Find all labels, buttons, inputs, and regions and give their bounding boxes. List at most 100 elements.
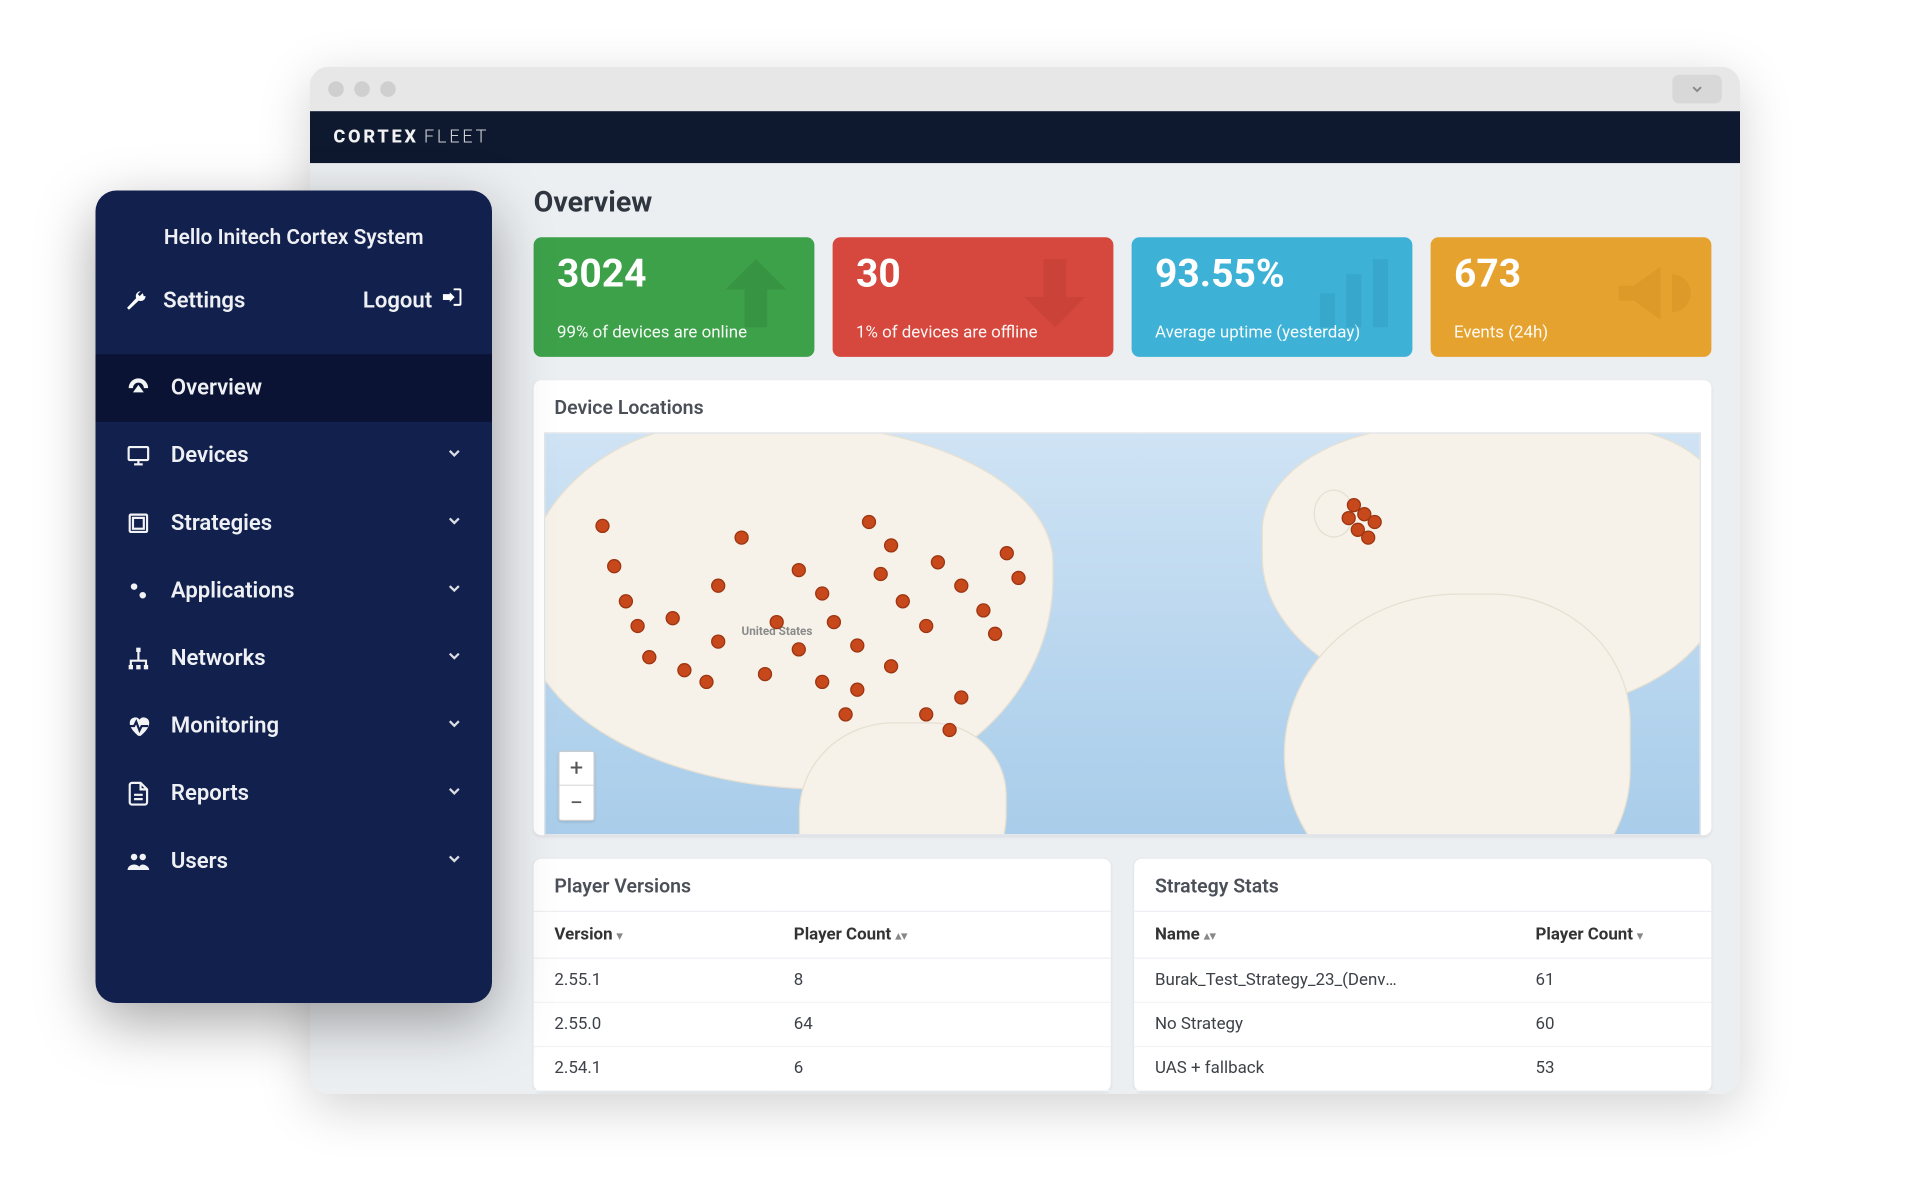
file-icon: [124, 781, 153, 807]
map-device-marker[interactable]: [757, 667, 771, 681]
map-device-marker[interactable]: [665, 611, 679, 625]
map-device-marker[interactable]: [954, 691, 968, 705]
map-device-marker[interactable]: [873, 567, 887, 581]
sort-both-icon: ▴▾: [1204, 930, 1216, 943]
map-device-marker[interactable]: [815, 587, 829, 601]
col-version[interactable]: Version ▾: [534, 911, 773, 958]
map-device-marker[interactable]: [942, 723, 956, 737]
cell-count: 53: [1515, 1047, 1712, 1091]
map-device-marker[interactable]: [954, 579, 968, 593]
map-device-marker[interactable]: [700, 675, 714, 689]
cell-version: 2.54.1: [534, 1047, 773, 1091]
map-device-marker[interactable]: [792, 563, 806, 577]
cell-name: Burak_Test_Strategy_23_(Denver_App_&_UAS: [1134, 958, 1515, 1002]
sidebar-item-users[interactable]: Users: [96, 828, 492, 896]
sidebar-item-label: Applications: [171, 578, 295, 604]
monitor-icon: [124, 443, 153, 469]
map-device-marker[interactable]: [1011, 571, 1025, 585]
map-device-marker[interactable]: [1342, 511, 1356, 525]
arrow-down-icon: [1009, 248, 1100, 344]
map-device-marker[interactable]: [850, 639, 864, 653]
table-row[interactable]: 2.55.18: [534, 958, 1111, 1002]
map-device-marker[interactable]: [931, 555, 945, 569]
map-device-marker[interactable]: [861, 515, 875, 529]
settings-label: Settings: [163, 287, 245, 313]
sidebar-item-label: Reports: [171, 781, 249, 807]
map-device-marker[interactable]: [815, 675, 829, 689]
cell-count: 61: [1515, 958, 1712, 1002]
col-player-count[interactable]: Player Count ▾: [1515, 911, 1712, 958]
panel-title: Device Locations: [534, 380, 1712, 432]
arrow-up-icon: [710, 248, 801, 344]
map-device-marker[interactable]: [630, 619, 644, 633]
map-device-marker[interactable]: [850, 683, 864, 697]
brand-light: FLEET: [424, 127, 489, 148]
minimize-window-icon[interactable]: [354, 81, 370, 97]
map-zoom-controls: + −: [558, 751, 594, 821]
map-device-marker[interactable]: [1361, 531, 1375, 545]
card-uptime[interactable]: 93.55% Average uptime (yesterday): [1132, 237, 1413, 357]
map-canvas[interactable]: United States + −: [544, 432, 1701, 835]
map-device-marker[interactable]: [838, 707, 852, 721]
map-device-marker[interactable]: [792, 643, 806, 657]
map-device-marker[interactable]: [884, 659, 898, 673]
col-player-count[interactable]: Player Count ▴▾: [773, 911, 1111, 958]
map-device-marker[interactable]: [1000, 547, 1014, 561]
sidebar-item-monitoring[interactable]: Monitoring: [96, 692, 492, 760]
table-row[interactable]: No Strategy60: [1134, 1002, 1711, 1046]
zoom-window-icon[interactable]: [380, 81, 396, 97]
app-top-bar: CORTEX FLEET: [310, 111, 1740, 163]
sidebar-item-overview[interactable]: Overview: [96, 354, 492, 422]
map-device-marker[interactable]: [711, 579, 725, 593]
map-device-marker[interactable]: [988, 627, 1002, 641]
collapse-button[interactable]: [1672, 75, 1721, 104]
sidebar-item-reports[interactable]: Reports: [96, 760, 492, 828]
map-device-marker[interactable]: [919, 707, 933, 721]
sidebar-logout-link[interactable]: Logout: [363, 285, 464, 315]
table-row[interactable]: 2.55.064: [534, 1002, 1111, 1046]
table-row[interactable]: 2.54.16: [534, 1047, 1111, 1091]
map-device-marker[interactable]: [896, 595, 910, 609]
map-device-marker[interactable]: [827, 615, 841, 629]
panel-title: Strategy Stats: [1134, 859, 1711, 911]
map-device-marker[interactable]: [607, 559, 621, 573]
col-name[interactable]: Name ▴▾: [1134, 911, 1515, 958]
gauge-icon: [124, 375, 153, 401]
panel-title: Player Versions: [534, 859, 1111, 911]
map-zoom-out-button[interactable]: −: [560, 786, 594, 820]
map-device-marker[interactable]: [884, 539, 898, 553]
table-row[interactable]: Burak_Test_Strategy_23_(Denver_App_&_UAS…: [1134, 958, 1711, 1002]
stat-cards-row: 3024 99% of devices are online 30 1% of …: [534, 237, 1712, 357]
map-device-marker[interactable]: [1367, 515, 1381, 529]
sidebar-item-networks[interactable]: Networks: [96, 625, 492, 693]
map-device-marker[interactable]: [977, 603, 991, 617]
card-devices-online[interactable]: 3024 99% of devices are online: [534, 237, 815, 357]
traffic-lights: [328, 81, 396, 97]
chevron-down-icon: [445, 848, 463, 874]
map-device-marker[interactable]: [711, 635, 725, 649]
sidebar-settings-link[interactable]: Settings: [124, 287, 245, 313]
map-device-marker[interactable]: [677, 663, 691, 677]
sidebar-item-strategies[interactable]: Strategies: [96, 489, 492, 557]
close-window-icon[interactable]: [328, 81, 344, 97]
sort-desc-icon: ▾: [1637, 930, 1643, 943]
map-device-marker[interactable]: [769, 615, 783, 629]
table-row[interactable]: UAS + fallback53: [1134, 1047, 1711, 1091]
sidebar-item-label: Strategies: [171, 510, 272, 536]
card-events[interactable]: 673 Events (24h): [1431, 237, 1712, 357]
map-device-marker[interactable]: [919, 619, 933, 633]
sidebar-item-applications[interactable]: Applications: [96, 557, 492, 625]
cell-count: 60: [1515, 1002, 1712, 1046]
map-device-marker[interactable]: [734, 531, 748, 545]
sidebar-item-label: Devices: [171, 443, 249, 469]
map-device-marker[interactable]: [596, 519, 610, 533]
strategy-stats-panel: Strategy Stats Name ▴▾ Player Count ▾ Bu…: [1134, 859, 1711, 1092]
map-device-marker[interactable]: [642, 651, 656, 665]
chevron-down-icon: [445, 713, 463, 739]
cell-count: 6: [773, 1047, 1111, 1091]
map-device-marker[interactable]: [619, 595, 633, 609]
map-zoom-in-button[interactable]: +: [560, 752, 594, 786]
sidebar: Hello Initech Cortex System Settings Log…: [96, 191, 492, 1003]
card-devices-offline[interactable]: 30 1% of devices are offline: [833, 237, 1114, 357]
sidebar-item-devices[interactable]: Devices: [96, 422, 492, 490]
